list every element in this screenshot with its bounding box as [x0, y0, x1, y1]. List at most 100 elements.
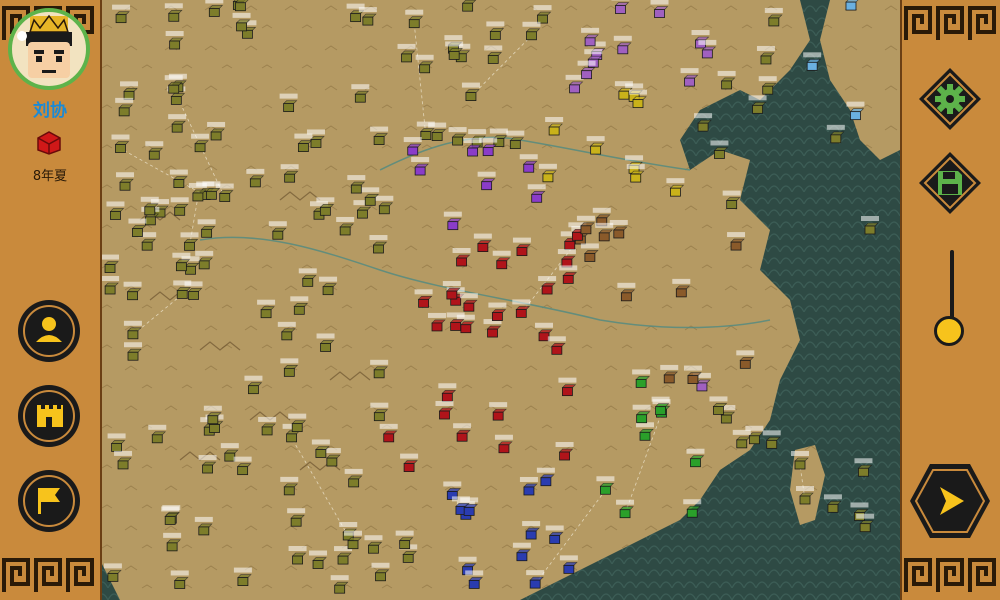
- city-block[interactable]: [850, 111, 861, 121]
- city-block[interactable]: [284, 173, 296, 183]
- city-block[interactable]: [402, 554, 414, 563]
- city-block[interactable]: [562, 275, 574, 284]
- city-block[interactable]: [224, 452, 236, 462]
- ruler-avatar[interactable]: [8, 8, 90, 90]
- city-block[interactable]: [175, 262, 187, 272]
- city-block[interactable]: [234, 2, 246, 12]
- city-block[interactable]: [185, 265, 196, 275]
- city-block[interactable]: [766, 439, 778, 449]
- city-block[interactable]: [168, 84, 180, 94]
- city-block[interactable]: [320, 343, 331, 352]
- city-block[interactable]: [487, 55, 499, 64]
- city-block[interactable]: [463, 302, 475, 312]
- city-block[interactable]: [337, 555, 349, 565]
- city-block[interactable]: [696, 382, 708, 392]
- city-block[interactable]: [509, 140, 521, 150]
- city-block[interactable]: [350, 13, 362, 23]
- city-block[interactable]: [569, 84, 580, 94]
- city-block[interactable]: [481, 181, 493, 191]
- city-block[interactable]: [312, 560, 324, 569]
- city-block[interactable]: [198, 260, 210, 270]
- city-block[interactable]: [496, 260, 508, 270]
- city-block[interactable]: [752, 104, 763, 114]
- city-block[interactable]: [489, 31, 501, 40]
- city-block[interactable]: [339, 226, 351, 236]
- city-block[interactable]: [562, 387, 573, 397]
- city-block[interactable]: [249, 178, 261, 188]
- city-block[interactable]: [525, 530, 537, 540]
- city-block[interactable]: [531, 193, 543, 203]
- character-button[interactable]: [16, 298, 82, 364]
- city-block[interactable]: [663, 374, 675, 384]
- city-block[interactable]: [354, 93, 366, 103]
- city-block[interactable]: [169, 40, 181, 50]
- city-block[interactable]: [302, 277, 314, 287]
- city-block[interactable]: [210, 131, 222, 141]
- city-block[interactable]: [104, 285, 116, 295]
- city-block[interactable]: [864, 225, 876, 235]
- city-block[interactable]: [237, 466, 249, 476]
- city-block[interactable]: [845, 1, 857, 11]
- city-block[interactable]: [636, 414, 648, 424]
- city-block[interactable]: [283, 367, 295, 377]
- city-block[interactable]: [441, 392, 453, 402]
- city-block[interactable]: [713, 406, 724, 415]
- city-block[interactable]: [635, 379, 647, 388]
- city-block[interactable]: [431, 132, 443, 141]
- city-block[interactable]: [600, 485, 611, 495]
- city-block[interactable]: [452, 136, 464, 146]
- city-block[interactable]: [446, 290, 458, 300]
- city-block[interactable]: [794, 460, 806, 470]
- city-block[interactable]: [248, 385, 259, 395]
- city-block[interactable]: [615, 5, 626, 14]
- city-block[interactable]: [290, 517, 302, 527]
- city-block[interactable]: [526, 31, 537, 41]
- city-block[interactable]: [684, 77, 695, 87]
- city-block[interactable]: [460, 324, 472, 334]
- city-block[interactable]: [184, 241, 195, 251]
- city-block[interactable]: [110, 211, 121, 220]
- city-block[interactable]: [375, 572, 386, 582]
- city-block[interactable]: [198, 526, 210, 536]
- city-block[interactable]: [168, 12, 180, 22]
- city-block[interactable]: [563, 564, 575, 574]
- city-block[interactable]: [462, 2, 474, 12]
- city-block[interactable]: [639, 431, 651, 441]
- city-block[interactable]: [559, 451, 570, 461]
- city-block[interactable]: [373, 412, 385, 422]
- city-block[interactable]: [701, 49, 713, 59]
- city-block[interactable]: [515, 309, 527, 318]
- city-block[interactable]: [463, 507, 475, 516]
- city-block[interactable]: [690, 458, 701, 468]
- city-block[interactable]: [364, 196, 376, 206]
- city-block[interactable]: [721, 80, 733, 90]
- city-block[interactable]: [477, 243, 489, 252]
- speed-slider-handle[interactable]: [934, 316, 964, 346]
- city-block[interactable]: [350, 184, 362, 194]
- city-block[interactable]: [107, 572, 119, 582]
- city-block[interactable]: [401, 53, 412, 63]
- city-block[interactable]: [117, 460, 129, 470]
- city-block[interactable]: [293, 305, 305, 315]
- city-block[interactable]: [448, 51, 460, 60]
- city-block[interactable]: [373, 244, 384, 254]
- city-block[interactable]: [166, 542, 178, 552]
- city-block[interactable]: [373, 369, 385, 379]
- city-block[interactable]: [420, 131, 432, 140]
- city-block[interactable]: [272, 230, 284, 240]
- city-block[interactable]: [118, 107, 130, 117]
- city-block[interactable]: [736, 439, 748, 449]
- city-block[interactable]: [730, 241, 742, 251]
- city-block[interactable]: [858, 467, 869, 477]
- city-block[interactable]: [237, 577, 249, 586]
- city-block[interactable]: [618, 90, 630, 100]
- castle-button[interactable]: [16, 383, 82, 449]
- city-block[interactable]: [208, 8, 220, 17]
- city-block[interactable]: [467, 147, 479, 157]
- city-block[interactable]: [806, 61, 818, 71]
- city-block[interactable]: [171, 123, 183, 133]
- city-block[interactable]: [399, 540, 411, 550]
- city-block[interactable]: [739, 359, 751, 369]
- city-block[interactable]: [202, 464, 213, 474]
- city-block[interactable]: [164, 516, 176, 525]
